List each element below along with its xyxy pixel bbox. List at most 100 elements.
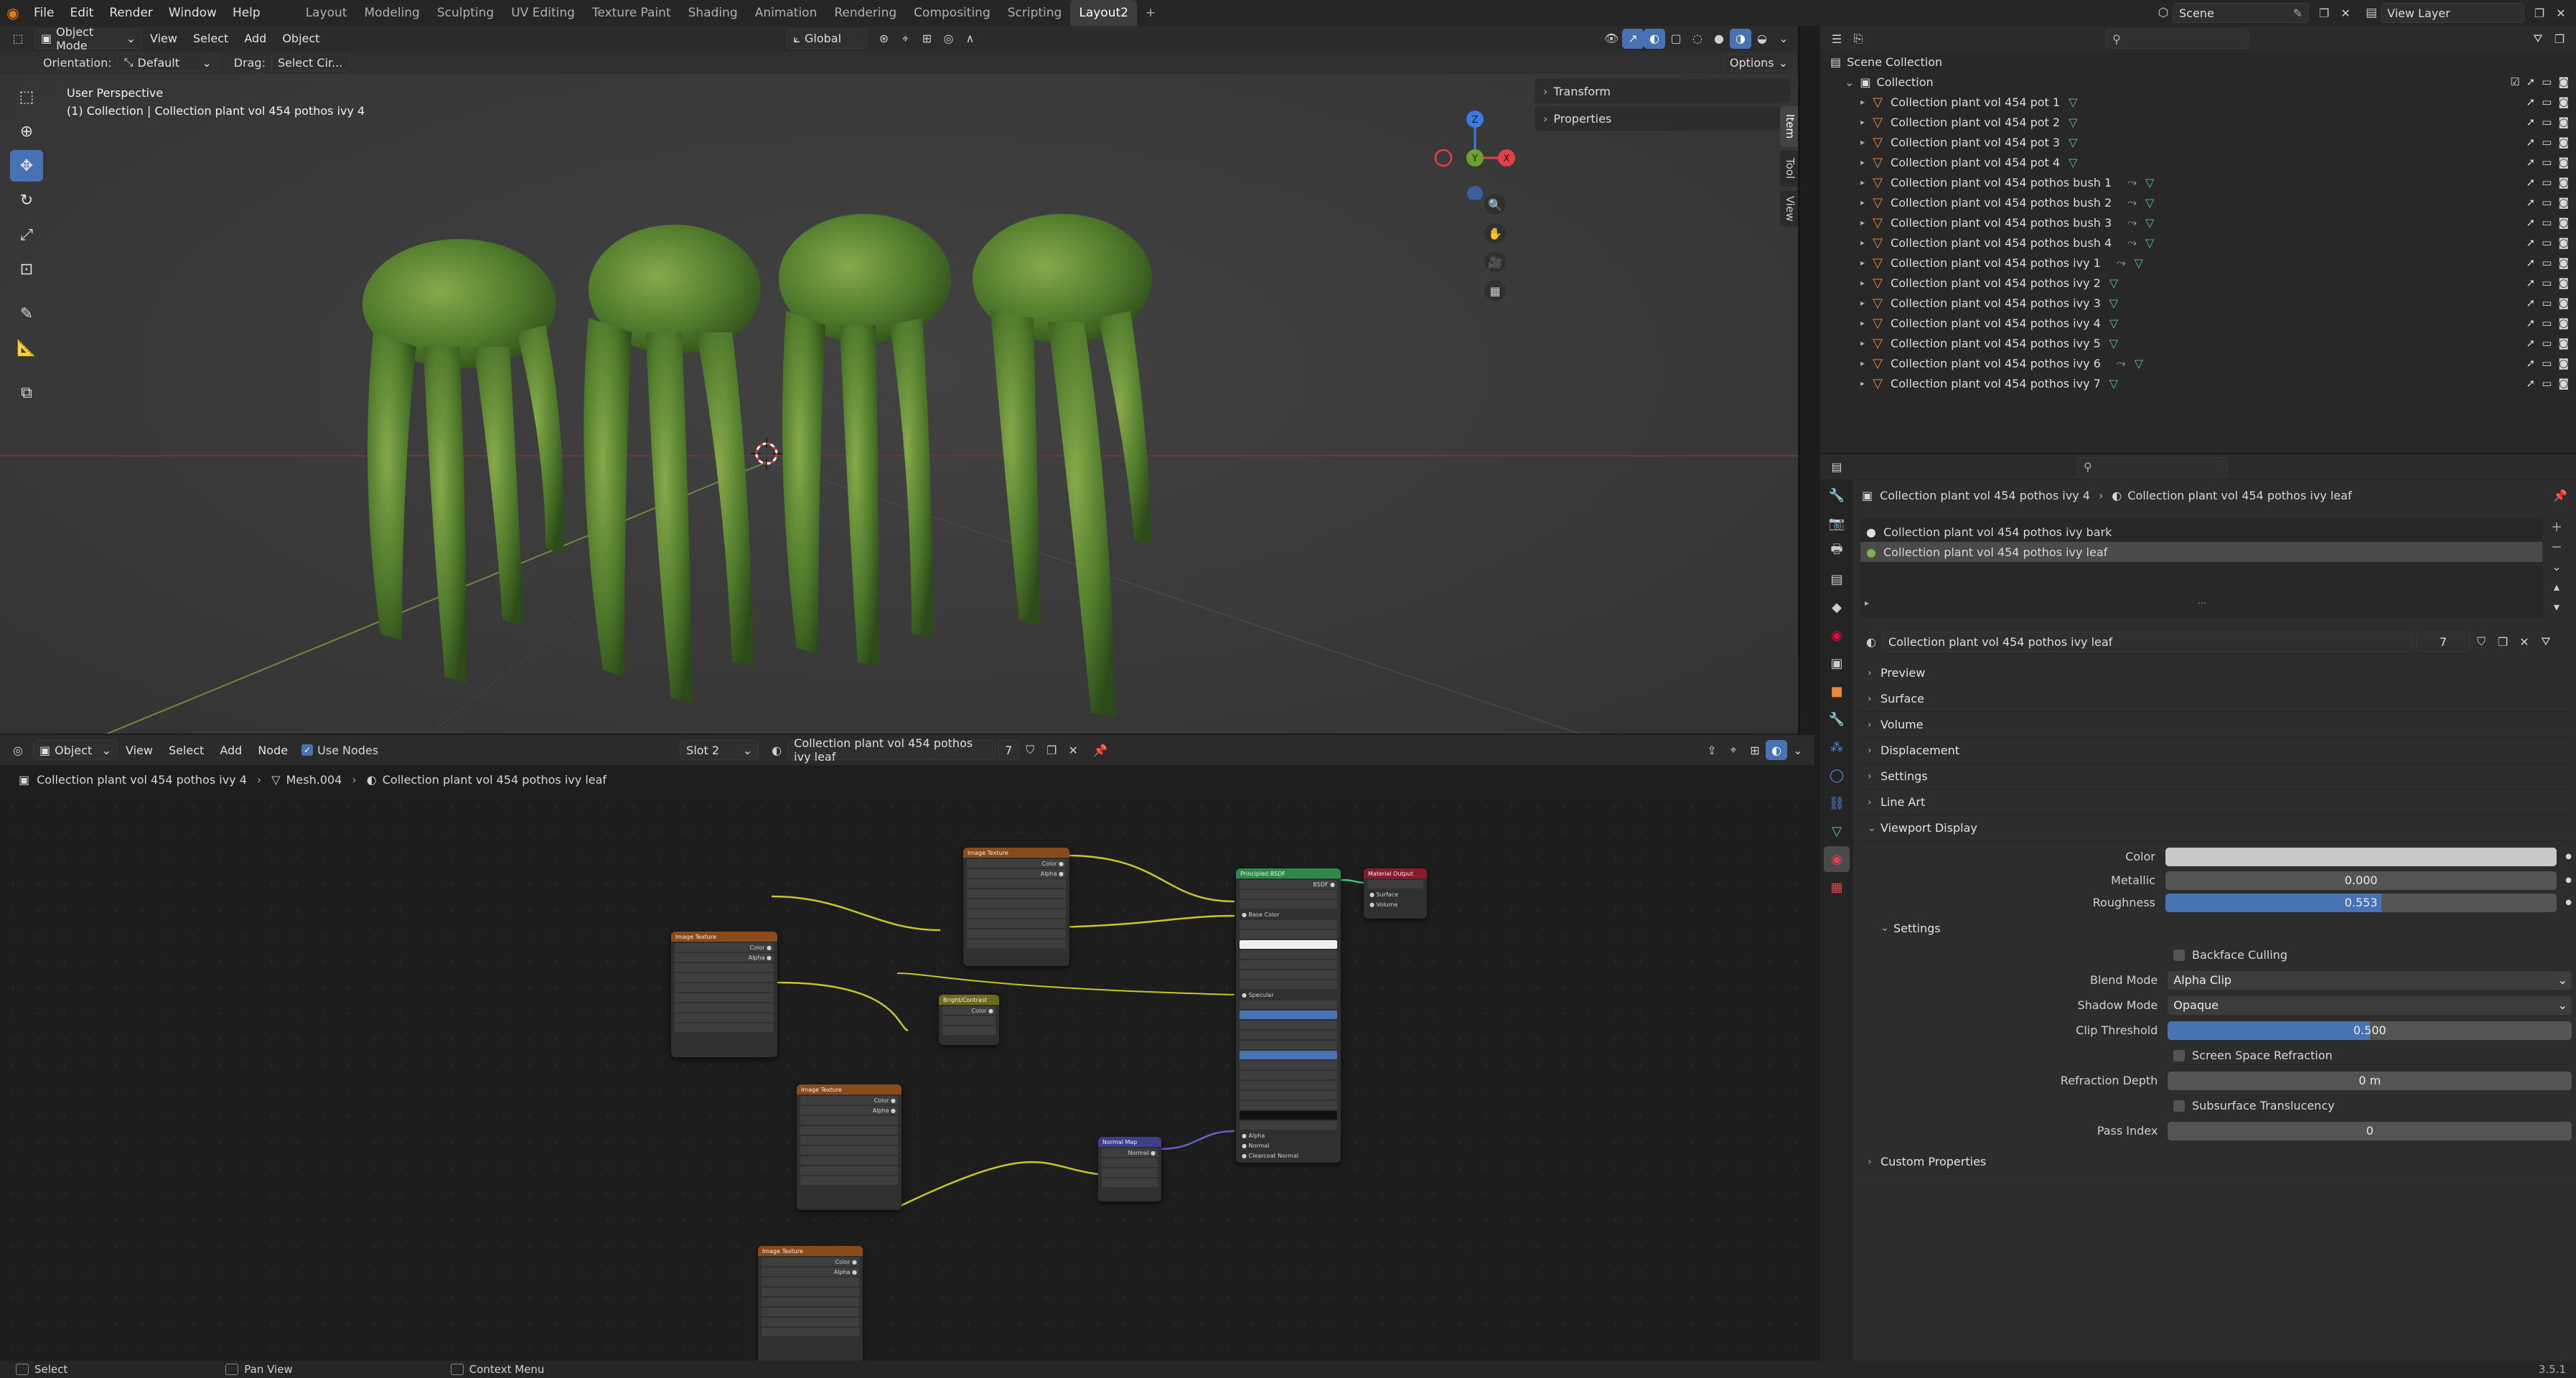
pan-hand-icon[interactable]: ✋ — [1484, 223, 1506, 243]
material-slot-leaf[interactable]: ● Collection plant vol 454 pothos ivy le… — [1860, 542, 2542, 562]
options-dropdown[interactable]: Options ⌄ — [1723, 54, 1794, 71]
snap-grid-icon[interactable]: ⊞ — [1744, 740, 1766, 760]
users-count[interactable]: 7 — [998, 740, 1020, 760]
camera-icon[interactable]: ◙ — [2558, 256, 2569, 269]
select-arrow-icon[interactable]: ➚ — [2526, 136, 2536, 149]
monitor-icon[interactable]: ▭ — [2542, 95, 2552, 108]
tab-texture-paint[interactable]: Texture Paint — [584, 0, 680, 26]
section-line-art[interactable]: › Line Art — [1858, 789, 2572, 815]
ne-menu-select[interactable]: Select — [161, 737, 212, 763]
refraction-depth-field[interactable]: 0 m — [2168, 1071, 2572, 1090]
keyframe-dot-icon[interactable]: ● — [2565, 899, 2572, 906]
monitor-icon[interactable]: ▭ — [2542, 116, 2552, 128]
color-swatch[interactable] — [2165, 847, 2557, 866]
modifier-wrench-icon[interactable]: ⤳ — [2127, 215, 2137, 230]
outliner-row[interactable]: ▸ ▽ Collection plant vol 454 pothos ivy 7 ▽… — [1820, 373, 2576, 393]
blend-mode-dropdown[interactable]: Alpha Clip ⌄ — [2168, 970, 2572, 990]
mesh-data-icon[interactable]: ▽ — [2135, 256, 2143, 270]
drag-dropdown[interactable]: Select Cir... — [271, 54, 350, 71]
orientation-dropdown[interactable]: ⤡ Default ⌄ — [117, 54, 218, 71]
gizmo-toggle-icon[interactable]: ↗ — [1622, 28, 1644, 49]
monitor-icon[interactable]: ▭ — [2542, 357, 2552, 370]
camera-icon[interactable]: ◙ — [2558, 377, 2569, 390]
camera-icon[interactable]: ◙ — [2558, 176, 2569, 189]
image-texture-node-4[interactable]: Image Texture Color ● Alpha ● — [758, 1246, 863, 1361]
select-arrow-icon[interactable]: ➚ — [2526, 116, 2536, 128]
outliner[interactable]: ☰ ⎘ ⚲ ⛛ ❐ ▤ Scene Collection ⌄ ▣ Collect… — [1820, 26, 2576, 453]
properties-panel[interactable]: › Properties — [1535, 106, 1790, 131]
outliner-row[interactable]: ▸ ▽ Collection plant vol 454 pothos ivy 1 ⤳… — [1820, 253, 2576, 273]
outliner-row[interactable]: ▸ ▽ Collection plant vol 454 pothos bush 4… — [1820, 233, 2576, 253]
duplicate-icon[interactable]: ❐ — [2492, 632, 2514, 652]
material-tab-icon[interactable]: ◉ — [1824, 846, 1850, 872]
props-users-count[interactable]: 7 — [2416, 632, 2470, 652]
tab-layout2[interactable]: Layout2 — [1070, 0, 1137, 26]
select-arrow-icon[interactable]: ➚ — [2526, 357, 2536, 370]
outliner-row[interactable]: ▸ ▽ Collection plant vol 454 pothos bush 3… — [1820, 212, 2576, 233]
camera-icon[interactable]: ◙ — [2558, 116, 2569, 128]
camera-icon[interactable]: ◙ — [2558, 236, 2569, 249]
mesh-data-icon[interactable]: ▽ — [2145, 176, 2154, 189]
monitor-icon[interactable]: ▭ — [2542, 276, 2552, 289]
ne-overlay-icon[interactable]: ◐ — [1766, 740, 1787, 760]
section-custom-properties[interactable]: › Custom Properties — [1858, 1149, 2572, 1175]
resize-handle-icon[interactable]: ⋯ — [2198, 598, 2206, 608]
blender-logo-icon[interactable]: ◉ — [0, 4, 26, 22]
monitor-icon[interactable]: ▭ — [2542, 317, 2552, 329]
outliner-row[interactable]: ▸ ▽ Collection plant vol 454 pot 1 ▽ ➚ ▭ ◙ — [1820, 92, 2576, 112]
outliner-row[interactable]: ▸ ▽ Collection plant vol 454 pot 4 ▽ ➚ ▭ ◙ — [1820, 152, 2576, 172]
tab-rendering[interactable]: Rendering — [825, 0, 905, 26]
outliner-row[interactable]: ▸ ▽ Collection plant vol 454 pothos ivy 2 ▽… — [1820, 273, 2576, 293]
outliner-row[interactable]: ▸ ▽ Collection plant vol 454 pot 3 ▽ ➚ ▭ ◙ — [1820, 132, 2576, 152]
camera-view-icon[interactable]: 🎥 — [1484, 252, 1506, 272]
rendered-shading-icon[interactable]: ◒ — [1751, 29, 1773, 49]
material-browse-icon[interactable]: ◐ — [766, 740, 787, 760]
modifier-wrench-icon[interactable]: ⤳ — [2127, 195, 2137, 210]
monitor-icon[interactable]: ▭ — [2542, 337, 2552, 350]
tool-tab-icon[interactable]: 🔧 — [1824, 482, 1850, 508]
chevron-right-icon[interactable]: ▸ — [1860, 258, 1865, 268]
chevron-right-icon[interactable]: ▸ — [1860, 358, 1865, 368]
chevron-right-icon[interactable]: ▸ — [1860, 137, 1865, 147]
material-browse-icon[interactable]: ◐ — [1860, 632, 1882, 652]
backface-culling-row[interactable]: Backface Culling — [1858, 942, 2572, 967]
new-scene-icon[interactable]: ❐ — [2313, 3, 2335, 23]
view-layer-selector[interactable]: View Layer — [2381, 3, 2524, 23]
bright-contrast-node[interactable]: Bright/Contrast Color ● — [939, 995, 999, 1045]
shadow-mode-dropdown[interactable]: Opaque ⌄ — [2168, 995, 2572, 1015]
checkbox-icon[interactable]: ☑ — [2510, 75, 2519, 88]
image-texture-node-2[interactable]: Image Texture Color ● Alpha ● — [963, 848, 1069, 966]
modifier-wrench-icon[interactable]: ⤳ — [2127, 175, 2137, 189]
chevron-right-icon[interactable]: ▸ — [1860, 117, 1865, 127]
mesh-data-icon[interactable]: ▽ — [2069, 156, 2077, 169]
select-arrow-icon[interactable]: ➚ — [2526, 296, 2536, 309]
snap-node-icon[interactable]: ⌖ — [1723, 740, 1744, 760]
monitor-icon[interactable]: ▭ — [2542, 256, 2552, 269]
camera-icon[interactable]: ◙ — [2558, 136, 2569, 149]
ne-menu-add[interactable]: Add — [212, 737, 250, 763]
camera-icon[interactable]: ◙ — [2558, 276, 2569, 289]
ne-overlay-options-icon[interactable]: ⌄ — [1787, 740, 1809, 760]
object-tab-icon[interactable]: ■ — [1824, 678, 1850, 704]
physics-tab-icon[interactable]: ◯ — [1824, 762, 1850, 788]
clip-threshold-slider[interactable]: 0.500 — [2168, 1021, 2572, 1040]
chevron-right-icon[interactable]: ▸ — [1860, 97, 1865, 107]
ne-menu-node[interactable]: Node — [250, 737, 296, 763]
fake-user-icon[interactable]: ⛉ — [1019, 740, 1041, 760]
camera-icon[interactable]: ◙ — [2558, 95, 2569, 108]
rotate-icon[interactable]: ↻ — [10, 184, 43, 216]
section-settings[interactable]: › Settings — [1858, 764, 2572, 789]
tab-uv-editing[interactable]: UV Editing — [502, 0, 584, 26]
new-view-layer-icon[interactable]: ❐ — [2529, 3, 2550, 23]
mesh-data-icon[interactable]: ▽ — [2145, 196, 2154, 210]
monitor-icon[interactable]: ▭ — [2542, 75, 2552, 88]
select-arrow-icon[interactable]: ➚ — [2526, 317, 2536, 329]
chevron-right-icon[interactable]: ▸ — [1860, 378, 1865, 388]
select-arrow-icon[interactable]: ➚ — [2526, 176, 2536, 189]
breadcrumb-mesh[interactable]: Mesh.004 — [286, 773, 342, 787]
editor-type-icon[interactable]: ☰ — [1826, 29, 1847, 49]
data-tab-icon[interactable]: ▽ — [1824, 818, 1850, 844]
node-canvas[interactable]: Image Texture Color ● Alpha ● Image Textu… — [0, 794, 1814, 1361]
breadcrumb-object[interactable]: Collection plant vol 454 pothos ivy 4 — [37, 773, 247, 787]
chevron-right-icon[interactable]: ▸ — [1860, 157, 1865, 167]
